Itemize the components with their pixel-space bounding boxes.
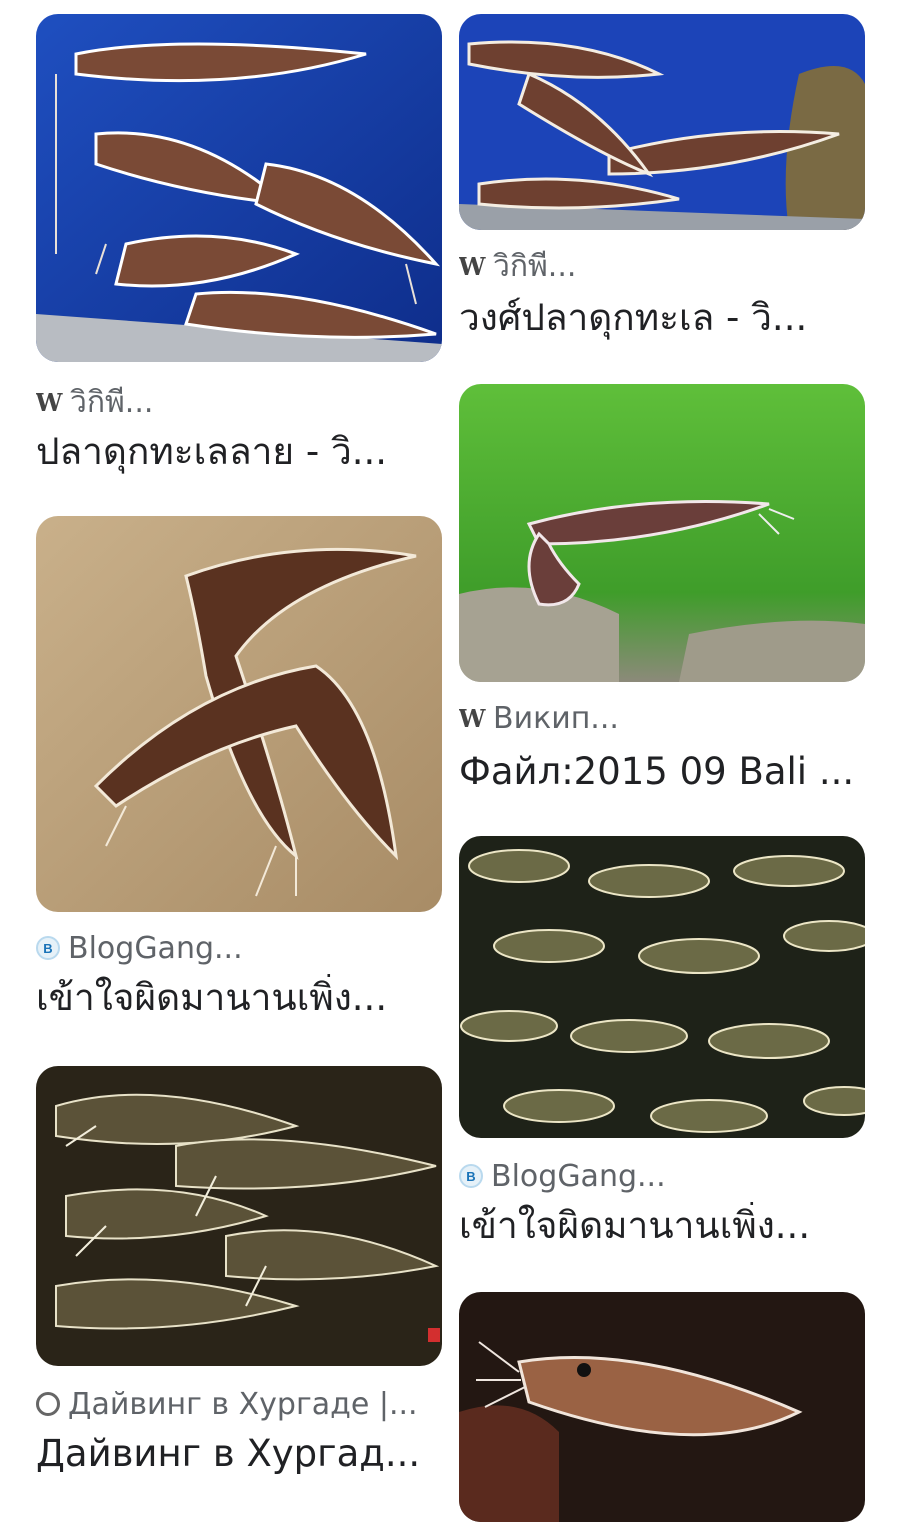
result-source-label: Дайвинг в Хургаде |... [68,1386,418,1422]
wikipedia-icon: W [459,251,486,281]
result-title[interactable]: เข้าใจผิดมานานเพิ่ง... [36,974,442,1022]
result-source[interactable]: W วิกิพี... [459,246,865,286]
result-title[interactable]: วงศ์ปลาดุกทะเล - วิ... [459,294,865,342]
result-source[interactable]: W วิกิพี... [36,382,442,422]
result-thumbnail-catfish-closeup[interactable] [459,1292,865,1522]
result-card[interactable]: W วิกิพี... วงศ์ปลาดุกทะเล - วิ... [459,14,865,342]
result-card[interactable] [459,1292,865,1522]
result-card[interactable]: B BlogGang... เข้าใจผิดมานานเพิ่ง... [36,516,442,1022]
wikipedia-icon: W [36,387,63,417]
result-title[interactable]: Файл:2015 09 Bali ... [459,748,865,796]
result-source[interactable]: B BlogGang... [459,1156,865,1196]
wikipedia-icon: W [459,703,486,733]
result-thumbnail-catfish-tank[interactable] [36,14,442,362]
result-card[interactable]: B BlogGang... เข้าใจผิดมานานเพิ่ง... [459,836,865,1250]
result-thumbnail-catfish-aquarium[interactable] [459,14,865,230]
result-thumbnail-catfish-school[interactable] [459,836,865,1138]
result-title[interactable]: ปลาดุกทะเลลาย - วิ... [36,428,442,476]
result-card[interactable]: W Викип... Файл:2015 09 Bali ... [459,384,865,796]
bloggang-icon: B [459,1164,483,1188]
result-source[interactable]: B BlogGang... [36,928,442,968]
result-card[interactable]: Дайвинг в Хургаде |... Дайвинг в Хургад.… [36,1066,442,1478]
bloggang-icon: B [36,936,60,960]
result-source-label: Викип... [493,700,619,736]
result-source-label: BlogGang... [68,930,243,966]
result-thumbnail-catfish-bali[interactable] [459,384,865,682]
result-source[interactable]: Дайвинг в Хургаде |... [36,1384,442,1424]
result-title[interactable]: เข้าใจผิดมานานเพิ่ง... [459,1202,865,1250]
result-source[interactable]: W Викип... [459,698,865,738]
result-source-label: วิกิพี... [493,248,577,284]
result-source-label: วิกิพี... [70,384,154,420]
diving-site-icon [36,1392,60,1416]
result-thumbnail-catfish-school-dark[interactable] [36,1066,442,1366]
result-title[interactable]: Дайвинг в Хургад... [36,1430,442,1478]
result-thumbnail-catfish-sand[interactable] [36,516,442,912]
result-source-label: BlogGang... [491,1158,666,1194]
result-card[interactable]: W วิกิพี... ปลาดุกทะเลลาย - วิ... [36,14,442,476]
